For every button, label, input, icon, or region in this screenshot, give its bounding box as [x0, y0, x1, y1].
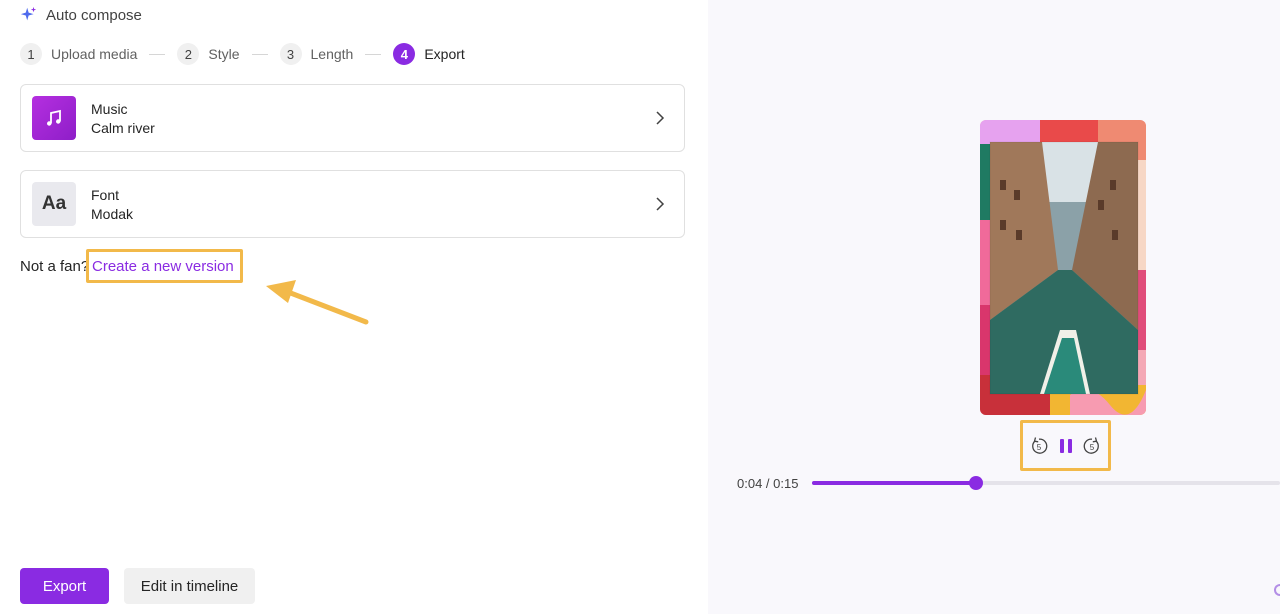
preview-panel: 5 5 0:04 / 0:15	[708, 0, 1280, 614]
chevron-right-icon	[656, 197, 665, 211]
forward-5-button[interactable]: 5	[1082, 436, 1102, 456]
step-label: Upload media	[51, 46, 138, 62]
rewind-icon: 5	[1032, 436, 1048, 454]
create-new-version-link[interactable]: Create a new version	[92, 258, 234, 275]
auto-compose-panel: Auto compose 1 Upload media 2 Style 3 Le…	[0, 0, 708, 614]
seek-bar[interactable]	[812, 476, 1280, 490]
page-title: Auto compose	[46, 6, 142, 24]
step-label: Length	[310, 46, 354, 62]
seek-bar-progress	[812, 481, 976, 485]
forward-icon: 5	[1083, 436, 1099, 454]
step-length[interactable]: 3 Length	[279, 43, 354, 65]
music-card-text: Music Calm river	[91, 101, 155, 136]
font-icon: Aa	[32, 182, 76, 226]
forward-seconds: 5	[1090, 443, 1095, 452]
step-label: Style	[208, 46, 240, 62]
rewind-seconds: 5	[1037, 443, 1042, 452]
step-divider	[365, 53, 382, 55]
step-label: Export	[424, 46, 465, 62]
edge-indicator	[1274, 584, 1280, 596]
music-card[interactable]: Music Calm river	[20, 84, 685, 152]
header: Auto compose	[20, 6, 142, 24]
pause-button[interactable]	[1056, 436, 1076, 456]
font-card-value: Modak	[91, 205, 134, 222]
rewind-5-button[interactable]: 5	[1029, 436, 1049, 456]
step-export[interactable]: 4 Export	[393, 43, 465, 65]
step-number: 2	[177, 43, 200, 65]
font-card-title: Font	[91, 186, 120, 203]
playback-controls: 5 5	[1020, 420, 1111, 471]
highlight-box: Create a new version	[86, 249, 243, 283]
edit-in-timeline-button[interactable]: Edit in timeline	[124, 568, 255, 604]
font-card[interactable]: Aa Font Modak	[20, 170, 685, 238]
stepper: 1 Upload media 2 Style 3 Length 4 Export	[20, 43, 465, 65]
step-upload-media[interactable]: 1 Upload media	[20, 43, 137, 65]
pause-icon	[1059, 438, 1072, 453]
music-card-value: Calm river	[91, 119, 155, 136]
seek-bar-thumb[interactable]	[968, 476, 983, 490]
step-number: 1	[20, 43, 42, 65]
annotation-arrow-icon	[266, 280, 369, 325]
sparkle-icon	[20, 6, 37, 21]
video-preview	[980, 120, 1146, 415]
music-card-title: Music	[91, 100, 128, 117]
step-divider	[251, 53, 268, 55]
step-divider	[149, 53, 166, 55]
step-style[interactable]: 2 Style	[177, 43, 240, 65]
playback-time: 0:04 / 0:15	[737, 476, 799, 491]
export-button[interactable]: Export	[20, 568, 109, 604]
step-number: 3	[279, 43, 302, 65]
step-number: 4	[393, 43, 416, 65]
regenerate-prompt: Not a fan?	[20, 258, 90, 275]
music-note-icon	[32, 96, 76, 140]
font-card-text: Font Modak	[91, 187, 133, 222]
chevron-right-icon	[656, 111, 665, 125]
